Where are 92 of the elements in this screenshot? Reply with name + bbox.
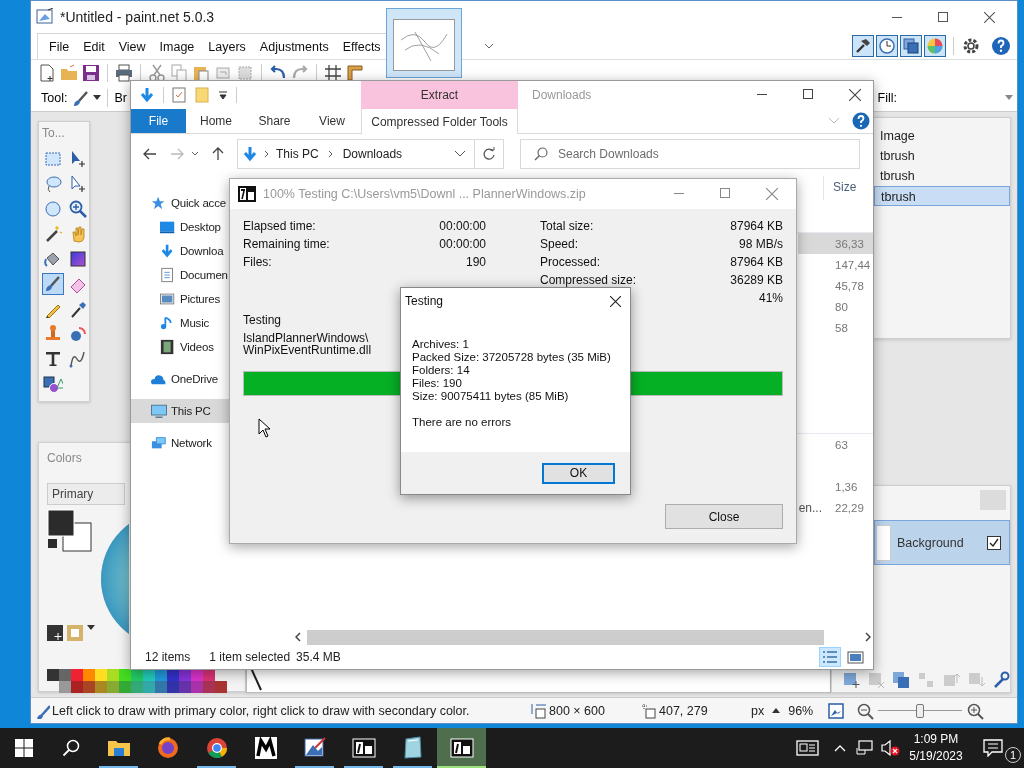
layer-row[interactable]: Background (874, 520, 1010, 565)
column-header[interactable]: Size (833, 180, 857, 194)
file-size: 45,78 (835, 279, 864, 292)
stat-value: 87964 KB (730, 219, 783, 233)
selection-size: 35.4 MB (296, 650, 341, 664)
nav-item[interactable]: Videos (131, 335, 229, 359)
stat-value: 190 (465, 255, 486, 269)
ribbon-tab[interactable]: Share (246, 109, 303, 133)
history-item[interactable]: tbrush (874, 146, 1010, 166)
clock-date: 5/19/2023 (909, 748, 963, 765)
file-menu-button[interactable]: File (131, 109, 186, 133)
menu-item[interactable]: Effects (335, 39, 388, 54)
file-path: WinPixEventRuntime.dll (243, 344, 372, 356)
history-item[interactable]: Image (874, 126, 1010, 146)
layer-name: Background (897, 535, 964, 550)
stat-value: 00:00:00 (439, 219, 486, 233)
stat-value: 87964 KB (730, 255, 783, 269)
panel-title: To... (42, 126, 66, 140)
nav-item[interactable]: Downloa (131, 239, 229, 263)
image-size: 800 × 600 (549, 703, 605, 718)
file-size: 80 (835, 300, 848, 313)
file-size: 36,33 (835, 237, 864, 250)
search-input[interactable]: Search Downloads (558, 146, 848, 161)
window-title: *Untitled - paint.net 5.0.3 (60, 9, 215, 25)
menu-item[interactable]: Edit (76, 39, 112, 54)
result-line: Folders: 14 (412, 364, 471, 377)
dialog-title: Testing (405, 294, 444, 308)
toolbar-label: Fill: (877, 91, 897, 105)
stat-label: Speed: (540, 237, 579, 251)
menu-item[interactable]: View (111, 39, 153, 54)
cursor-position: 407, 279 (659, 703, 708, 718)
breadcrumb[interactable]: This PC (276, 146, 319, 161)
breadcrumb[interactable]: Downloads (342, 146, 403, 161)
operation-label: Testing (243, 313, 282, 327)
stat-label: Files: (243, 255, 272, 269)
zoom-level[interactable]: 96% (788, 703, 814, 718)
history-item[interactable]: tbrush (874, 166, 1010, 186)
menu-item[interactable]: File (42, 39, 77, 54)
status-text: Left click to draw with primary color, right click to draw with secondary color. (52, 703, 470, 718)
stat-value: 98 MB/s (739, 237, 783, 251)
result-message: There are no errors (412, 416, 513, 429)
units-dropdown[interactable]: px (751, 703, 765, 718)
item-count: 12 items (145, 650, 191, 664)
notification-count: 1 (1005, 747, 1021, 763)
stat-label: Processed: (540, 255, 601, 269)
result-line: Files: 190 (412, 377, 463, 390)
menu-item[interactable]: Layers (201, 39, 253, 54)
stat-label: Remaining time: (243, 237, 330, 251)
close-button[interactable]: Close (665, 504, 783, 529)
result-line: Archives: 1 (412, 338, 470, 351)
menu-item[interactable]: Image (152, 39, 202, 54)
color-mode-dropdown[interactable]: Primary (47, 483, 125, 505)
panel-title: Colors (47, 451, 83, 465)
stat-value: 00:00:00 (439, 237, 486, 251)
nav-item[interactable]: Pictures (131, 287, 229, 311)
ok-button[interactable]: OK (542, 462, 615, 484)
tab-group-header: Extract (361, 81, 518, 109)
toolbar-label: Br (114, 91, 127, 105)
nav-item[interactable]: Desktop (131, 215, 229, 239)
stat-label: Compressed size: (540, 273, 637, 287)
result-line: Packed Size: 37205728 bytes (35 MiB) (412, 351, 612, 364)
ribbon-tab[interactable]: View (303, 109, 361, 133)
file-size: 63 (835, 438, 848, 451)
file-size: 58 (835, 321, 848, 334)
tool-label: Tool: (41, 91, 68, 105)
file-size: 147,44 (835, 258, 871, 271)
nav-item[interactable]: Documen (131, 263, 229, 287)
clock-time: 1:09 PM (913, 731, 959, 748)
search-field[interactable]: Search Downloads (520, 138, 860, 169)
file-size: 22,29 (835, 501, 864, 514)
nav-item[interactable]: Quick acce (131, 191, 229, 215)
window-title: 100% Testing C:\Users\vm5\Downl ... PlannerWindows.zip (263, 187, 586, 201)
selection-count: 1 item selected (209, 650, 291, 664)
nav-item[interactable]: OneDrive (131, 367, 229, 391)
menu-item[interactable]: Adjustments (252, 39, 336, 54)
stat-label: Total size: (540, 219, 594, 233)
nav-item[interactable]: Music (131, 311, 229, 335)
ribbon-tab[interactable]: Home (186, 109, 246, 133)
file-size: 1,36 (835, 480, 858, 493)
clock[interactable]: 1:09 PM 5/19/2023 (900, 731, 972, 765)
history-item[interactable]: tbrush (874, 186, 1010, 206)
nav-item[interactable]: Network (131, 431, 229, 455)
address-bar[interactable]: This PC Downloads (237, 138, 475, 169)
ribbon-tab[interactable]: Compressed Folder Tools (361, 109, 518, 134)
file-path: IslandPlannerWindows\ (243, 332, 369, 344)
nav-item[interactable]: This PC (131, 399, 229, 423)
result-line: Size: 90075411 bytes (85 MiB) (412, 390, 570, 403)
file-name[interactable]: en... (798, 500, 822, 515)
stat-label: Elapsed time: (243, 219, 316, 233)
stat-value: 41% (758, 291, 783, 305)
stat-value: 36289 KB (730, 273, 783, 287)
window-title: Downloads (532, 88, 592, 102)
